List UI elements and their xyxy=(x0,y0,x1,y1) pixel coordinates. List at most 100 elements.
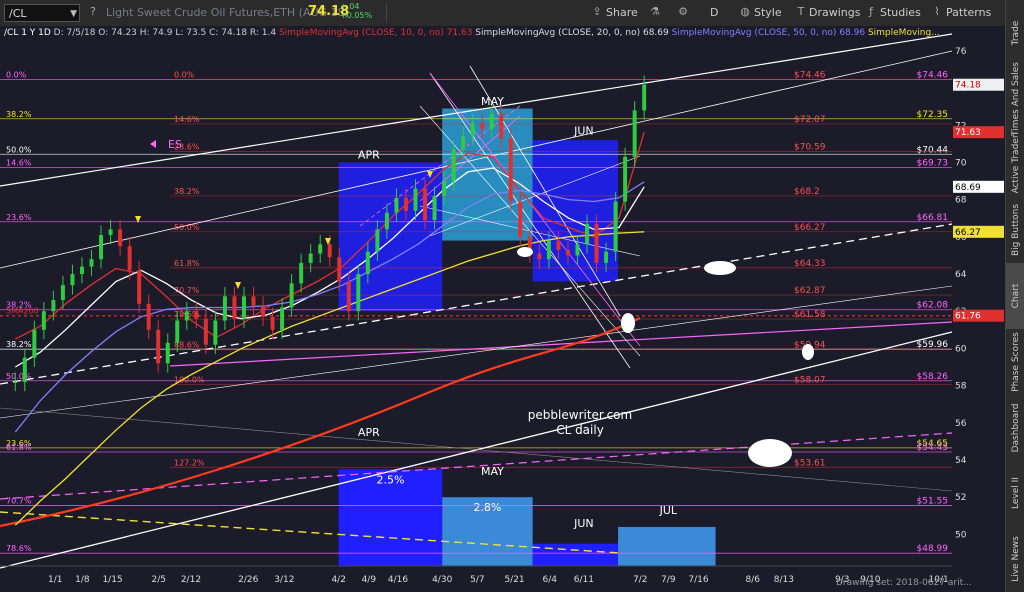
sidebar-tab-label: Trade xyxy=(1010,20,1021,46)
candle-body xyxy=(327,244,332,258)
candle-body xyxy=(222,296,227,321)
volume-box xyxy=(532,543,619,566)
style-icon[interactable]: ◍ xyxy=(738,5,752,19)
marker-ellipse xyxy=(621,313,635,333)
sidebar-tab-label: Big Buttons xyxy=(1010,204,1021,257)
candle-body xyxy=(451,149,456,182)
candle-body xyxy=(299,262,304,284)
patterns-icon[interactable]: ⌇ xyxy=(930,5,944,19)
sidebar-tab-big-buttons[interactable]: Big Buttons xyxy=(1006,197,1024,263)
fib-left-label: 0.0% xyxy=(6,71,27,80)
candle-body xyxy=(546,240,551,260)
drawings-button[interactable]: Drawings xyxy=(809,5,860,21)
style-button[interactable]: Style xyxy=(754,5,782,21)
studies-button[interactable]: Studies xyxy=(880,5,921,21)
marker-ellipse xyxy=(517,247,533,257)
fib-mid-price: $53.61 xyxy=(794,458,826,468)
sidebar-tab-label: Phase Scores xyxy=(1010,331,1021,392)
fib-left-label: 14.6% xyxy=(6,158,32,167)
change-percent: +0.05% xyxy=(340,11,373,20)
candle-body xyxy=(337,257,342,282)
fib-mid-price: $58.07 xyxy=(794,375,826,385)
x-tick-label: 8/13 xyxy=(774,575,794,585)
share-icon[interactable]: ⇪ xyxy=(590,5,604,19)
x-tick-label: 2/26 xyxy=(238,575,258,585)
candle-body xyxy=(423,188,428,221)
candle-body xyxy=(346,281,351,312)
fib-left-label: SMA200 xyxy=(6,307,39,316)
price-chart[interactable]: /CL 1 Y 1D D: 7/5/18 O: 74.23 H: 74.9 L:… xyxy=(0,26,1005,592)
price-badge-label: 74.18 xyxy=(955,81,981,91)
period-button[interactable]: D xyxy=(710,5,718,21)
candle-body xyxy=(79,266,84,275)
sidebar-tab-times-and-sales[interactable]: Times And Sales xyxy=(1006,62,1024,136)
month-label: JUL xyxy=(659,504,678,517)
fib-mid-price: $62.87 xyxy=(794,286,826,296)
y-tick-label: 68 xyxy=(955,196,967,206)
sidebar-tab-level-ii[interactable]: Level II xyxy=(1006,460,1024,526)
fib-left-label: 38.2% xyxy=(6,110,32,119)
candle-body xyxy=(499,114,504,139)
x-tick-label: 4/2 xyxy=(331,575,345,585)
fib-right-label: $62.08 xyxy=(917,301,949,311)
candle-body xyxy=(508,138,513,202)
sidebar-tab-label: Live News xyxy=(1010,536,1021,582)
price-badge-label: 66.27 xyxy=(955,228,981,238)
candle-body xyxy=(308,253,313,263)
x-tick-label: 6/11 xyxy=(574,575,594,585)
patterns-button[interactable]: Patterns xyxy=(946,5,991,21)
sidebar-tab-dashboard[interactable]: Dashboard xyxy=(1006,395,1024,461)
sidebar-tab-label: Dashboard xyxy=(1010,403,1021,452)
help-icon[interactable]: ? xyxy=(86,5,100,19)
fib-right-label: $54.43 xyxy=(917,443,949,453)
candle-body xyxy=(289,283,294,308)
share-button[interactable]: Share xyxy=(606,5,638,21)
fib-right-label: $58.26 xyxy=(917,372,949,382)
candle-body xyxy=(318,244,323,254)
fib-mid-pct: 61.8% xyxy=(174,259,200,268)
candle-body xyxy=(203,318,208,345)
candle-body xyxy=(585,223,590,245)
marker-ellipse xyxy=(748,439,792,467)
symbol-text: /CL xyxy=(9,7,27,20)
fib-right-label: $72.35 xyxy=(917,110,949,120)
sidebar-tab-trade[interactable]: Trade xyxy=(1006,0,1024,66)
candle-body xyxy=(413,188,418,211)
candle-body xyxy=(356,274,361,312)
volume-box xyxy=(618,526,716,566)
sidebar-tab-label: Active Trader xyxy=(1010,134,1021,194)
y-tick-label: 54 xyxy=(955,456,967,466)
gear-icon[interactable]: ⚙ xyxy=(676,5,690,19)
symbol-input[interactable]: /CL ▼ xyxy=(4,4,80,22)
y-tick-label: 50 xyxy=(955,530,967,540)
candle-body xyxy=(184,311,189,321)
marker-ellipse xyxy=(802,344,814,360)
studies-icon[interactable]: ƒ xyxy=(864,5,878,19)
sidebar-tab-active-trader[interactable]: Active Trader xyxy=(1006,132,1024,198)
fib-mid-pct: 127.2% xyxy=(174,458,205,467)
x-tick-label: 6/4 xyxy=(542,575,557,585)
fib-mid-price: $66.27 xyxy=(794,223,826,233)
candle-body xyxy=(556,240,561,250)
candle-body xyxy=(518,201,523,237)
candle-body xyxy=(642,84,647,111)
candle-body xyxy=(394,197,399,213)
candle-body xyxy=(594,223,599,263)
watermark-subtext: CL daily xyxy=(556,423,604,437)
fib-mid-price: $72.07 xyxy=(794,115,826,125)
drawing-set-label: Drawing set: 2018-0627 arit... xyxy=(836,578,972,588)
month-label: APR xyxy=(358,426,380,439)
flask-icon[interactable]: ⚗ xyxy=(648,5,662,19)
candle-body xyxy=(51,300,56,312)
volume-box-label: 2.8% xyxy=(473,501,501,514)
x-tick-label: 8/6 xyxy=(746,575,761,585)
sidebar-tab-live-news[interactable]: Live News xyxy=(1006,526,1024,592)
sidebar-tab-chart[interactable]: Chart xyxy=(1006,263,1024,329)
sidebar-tab-phase-scores[interactable]: Phase Scores xyxy=(1006,329,1024,395)
chevron-down-icon[interactable]: ▼ xyxy=(70,5,77,23)
y-tick-label: 58 xyxy=(955,382,967,392)
chart-header: /CL 1 Y 1D D: 7/5/18 O: 74.23 H: 74.9 L:… xyxy=(4,28,940,38)
candle-body xyxy=(613,201,618,252)
drawings-icon[interactable]: T xyxy=(794,5,808,19)
x-tick-label: 1/15 xyxy=(102,575,122,585)
